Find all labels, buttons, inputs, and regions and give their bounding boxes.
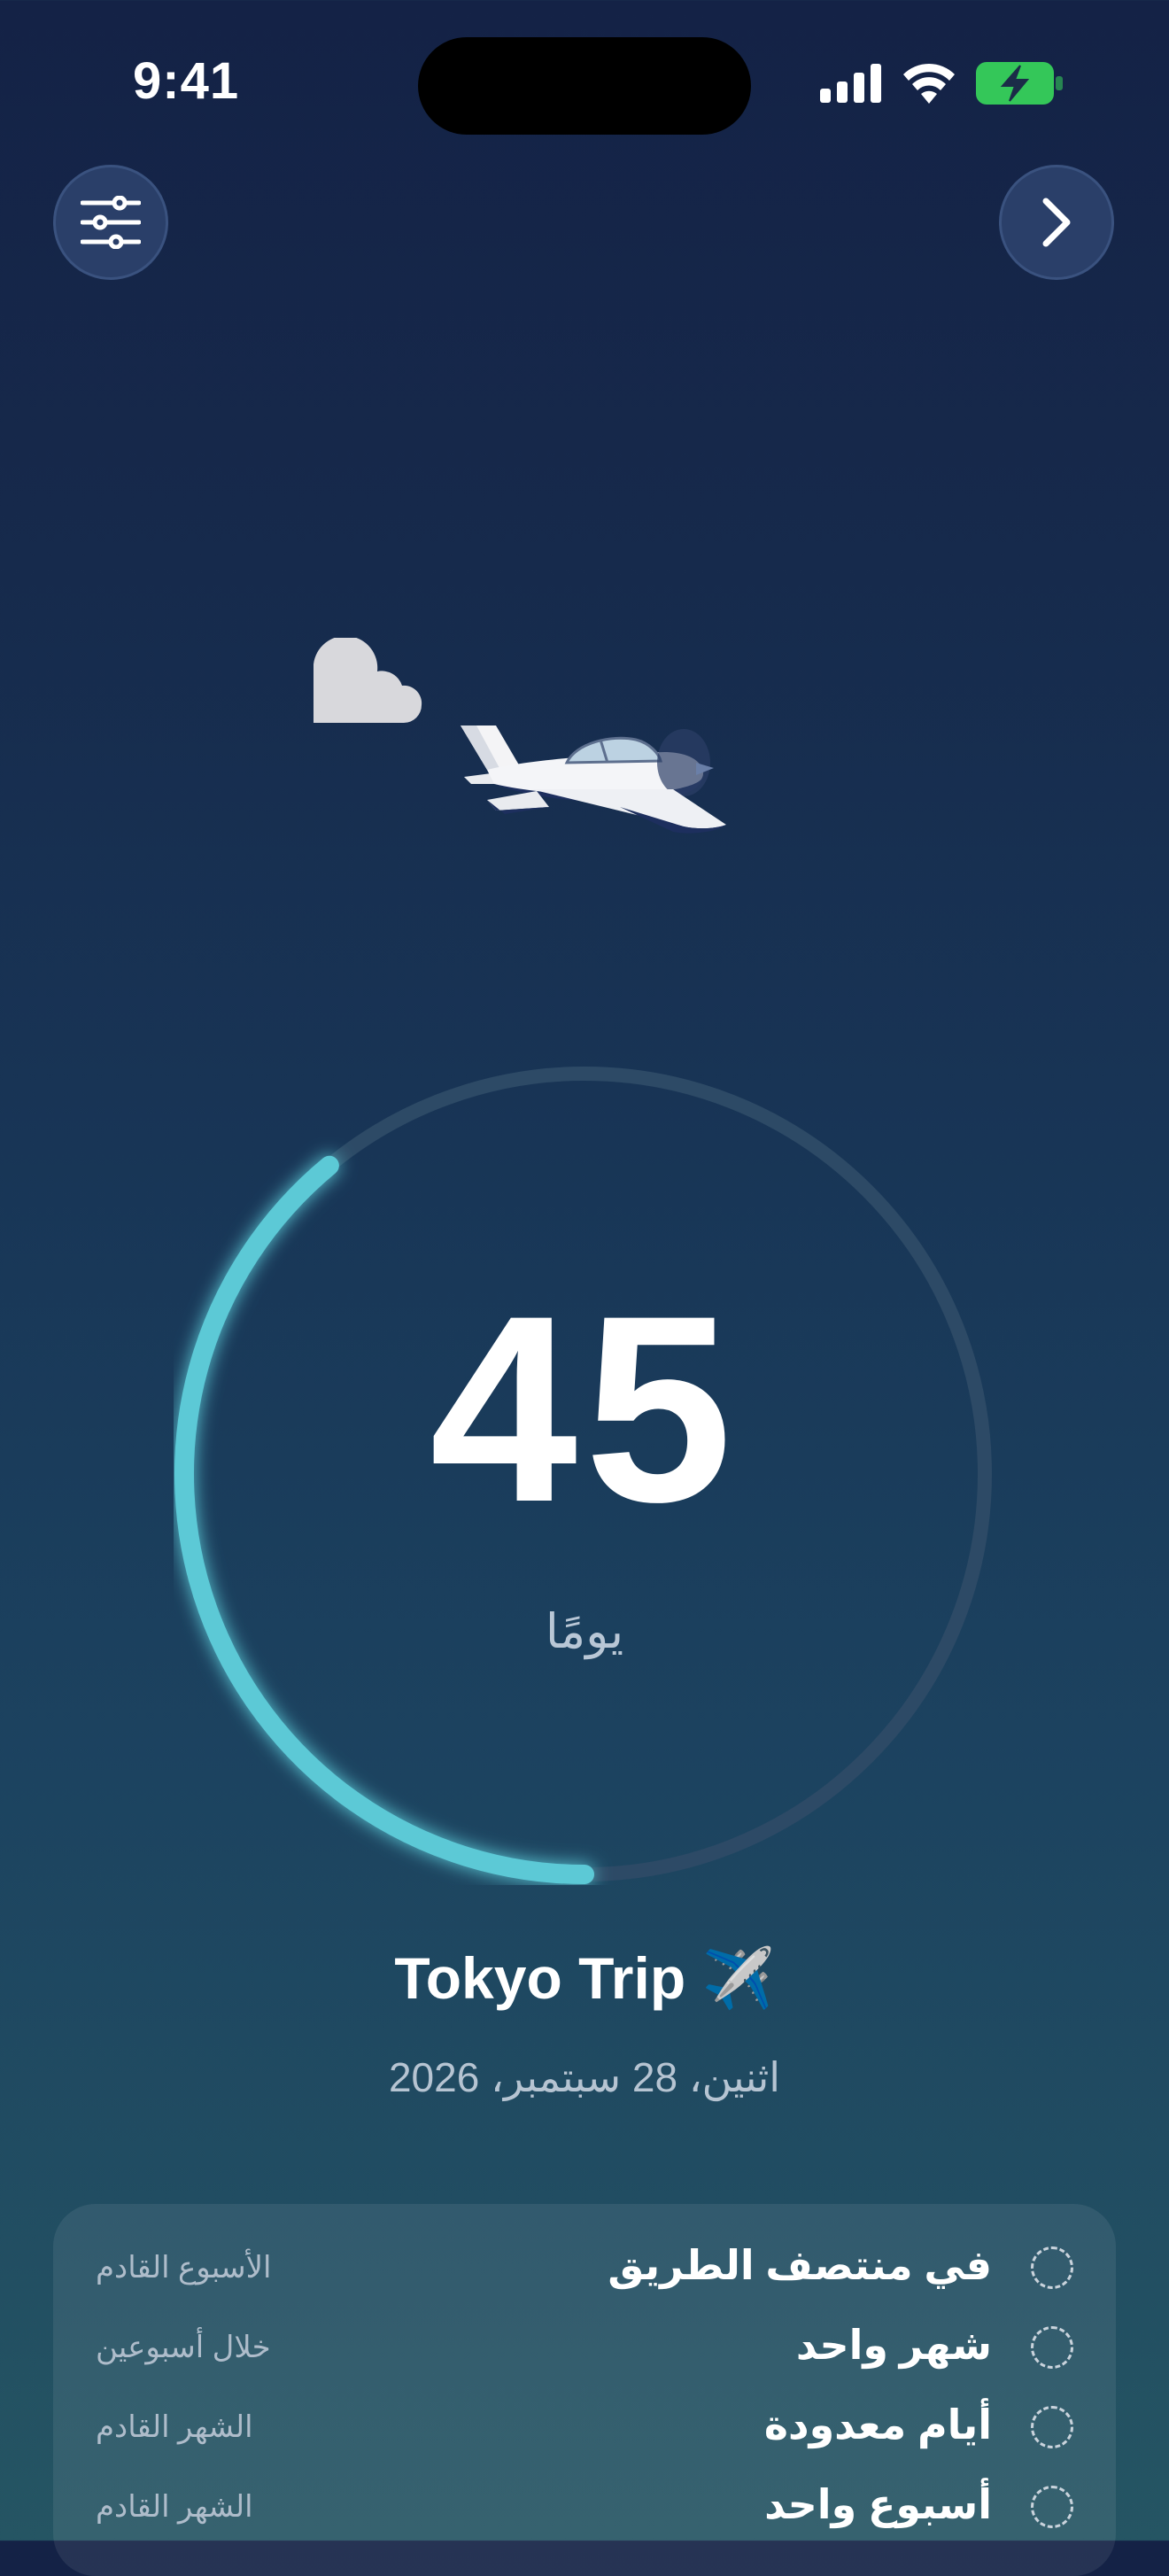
countdown-unit: يومًا	[545, 1605, 624, 1658]
milestone-radio[interactable]	[1031, 2326, 1073, 2369]
dynamic-island	[418, 37, 751, 135]
milestone-label: أيام معدودة	[763, 2401, 992, 2448]
milestone-label: أسبوع واحد	[764, 2481, 992, 2527]
milestone-row[interactable]: أيام معدودة الشهر القادم	[53, 2390, 1116, 2470]
milestone-label: في منتصف الطريق	[608, 2242, 992, 2288]
milestone-radio[interactable]	[1031, 2406, 1073, 2448]
milestone-row[interactable]: أسبوع واحد الشهر القادم	[53, 2470, 1116, 2549]
airplane-illustration	[461, 725, 726, 834]
milestone-when: الأسبوع القادم	[96, 2251, 272, 2285]
milestone-radio[interactable]	[1031, 2486, 1073, 2528]
milestone-when: الشهر القادم	[96, 2410, 253, 2444]
countdown-value: 45	[430, 1260, 739, 1557]
milestone-when: الشهر القادم	[96, 2490, 253, 2524]
milestone-radio[interactable]	[1031, 2246, 1073, 2289]
settings-button[interactable]	[53, 165, 168, 280]
battery-charging-icon	[976, 62, 1063, 105]
sliders-icon	[81, 196, 141, 249]
milestone-label: شهر واحد	[795, 2322, 992, 2368]
cellular-signal-icon	[820, 64, 881, 103]
milestones-card: في منتصف الطريق الأسبوع القادم شهر واحد …	[53, 2204, 1116, 2576]
milestone-when: خلال أسبوعين	[96, 2331, 271, 2364]
milestone-row[interactable]: شهر واحد خلال أسبوعين	[53, 2310, 1116, 2390]
wifi-icon	[903, 63, 955, 104]
chevron-right-icon	[1042, 198, 1071, 247]
event-date: اثنين، 28 سبتمبر، 2026	[388, 2054, 781, 2100]
milestone-row[interactable]: في منتصف الطريق الأسبوع القادم	[53, 2231, 1116, 2310]
event-title: Tokyo Trip ✈️	[394, 1945, 775, 2011]
status-time: 9:41	[133, 52, 240, 110]
status-icons	[820, 62, 1063, 105]
cloud-icon	[314, 638, 422, 723]
next-button[interactable]	[999, 165, 1114, 280]
